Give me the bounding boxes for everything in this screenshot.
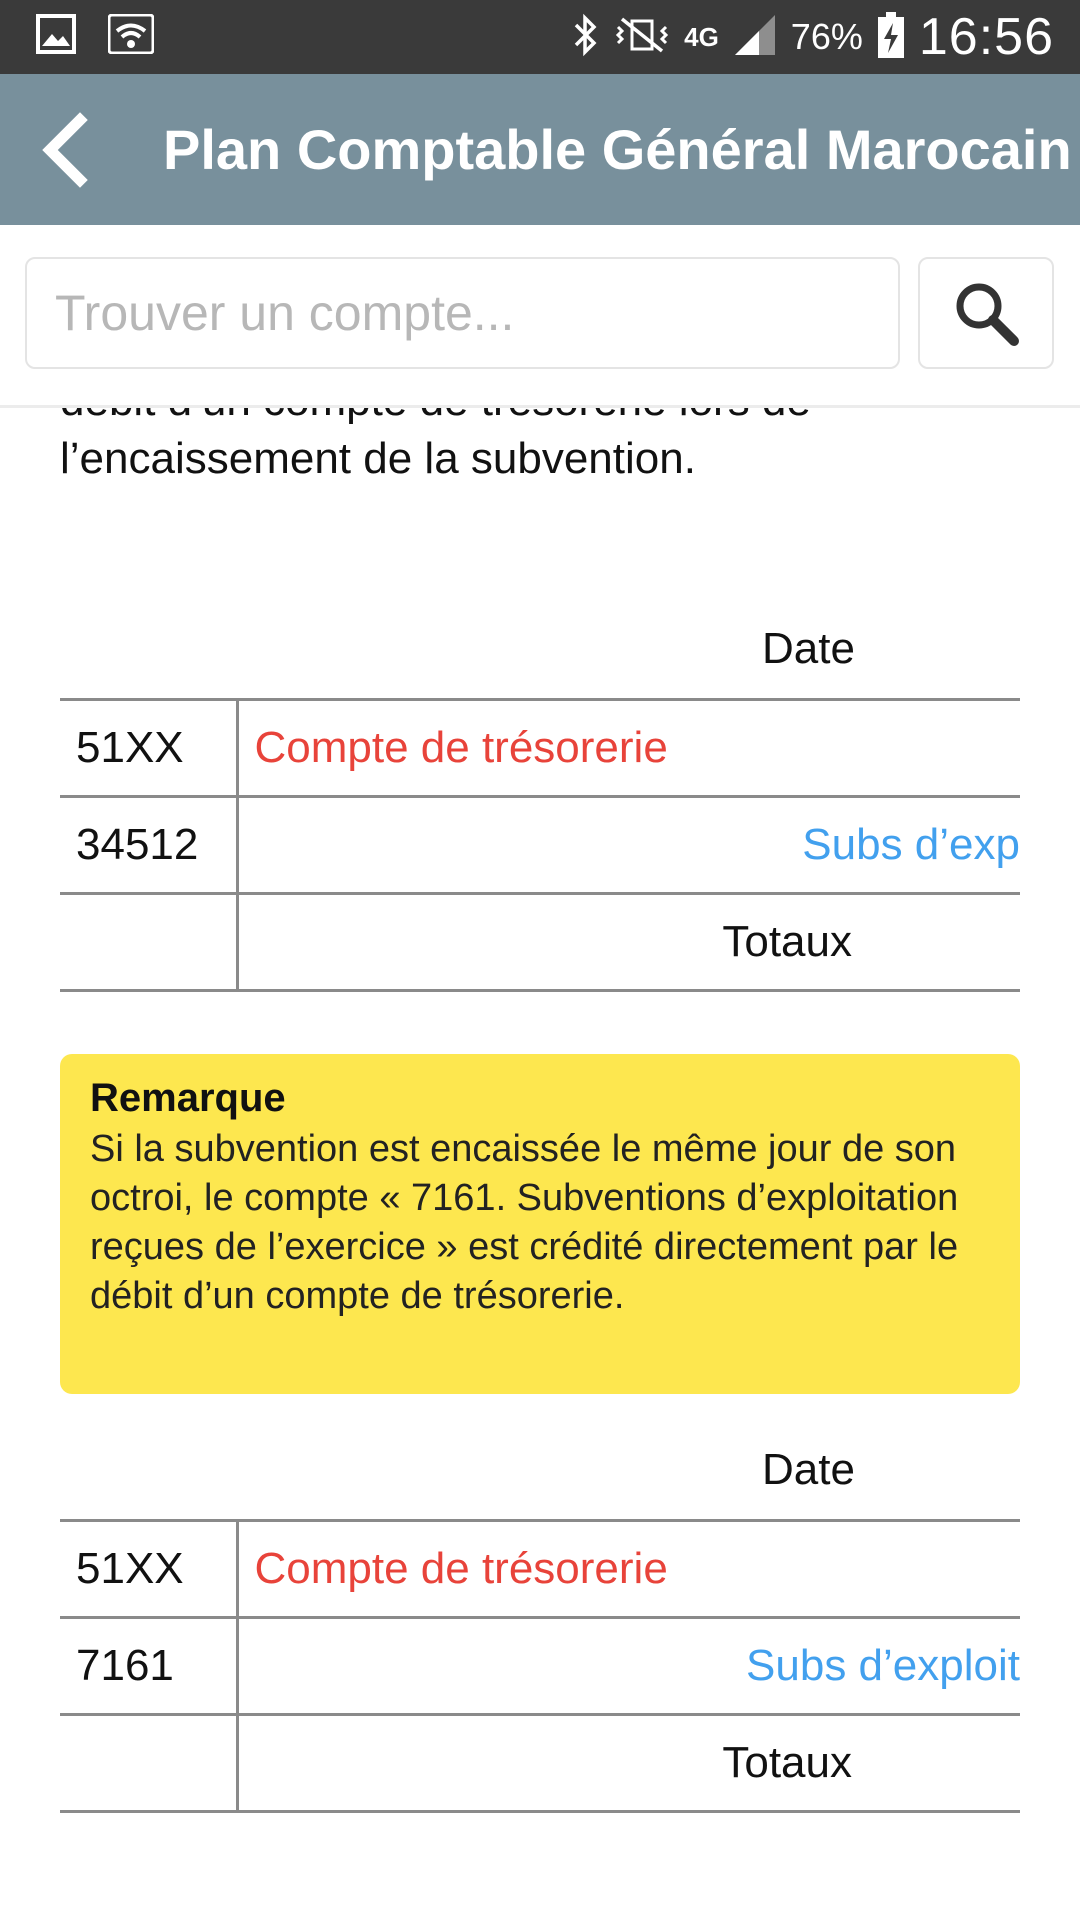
account-number: 51XX (60, 1519, 239, 1619)
intro-paragraph: débit d’un compte de trésorerie lors de … (60, 408, 811, 483)
totals-label: Totaux (722, 1738, 852, 1787)
table-row: 51XX Compte de trésorerie (60, 698, 1020, 798)
search-icon (956, 283, 1019, 346)
table-row: 51XX Compte de trésorerie (60, 1519, 1020, 1619)
battery-charging-icon (877, 11, 905, 64)
table-row: 7161 Subs d’exploit (60, 1616, 1020, 1716)
totals-label: Totaux (722, 917, 852, 966)
account-number: 7161 (60, 1616, 239, 1716)
status-bar: 4G 76% 16:56 (0, 0, 1080, 74)
credit-label: Subs d’exploit (746, 1641, 1020, 1690)
vibrate-icon (614, 15, 670, 60)
account-number: 34512 (60, 795, 239, 895)
entry-date-label: Date (762, 1445, 855, 1494)
remark-body: Si la subvention est encaissée le même j… (90, 1128, 959, 1317)
gallery-icon (36, 14, 76, 59)
debit-label: Compte de trésorerie (254, 1544, 668, 1593)
status-bar-right: 4G 76% 16:56 (570, 0, 1054, 74)
chevron-left-icon (42, 112, 88, 188)
app-bar: Plan Comptable Général Marocain (0, 74, 1080, 225)
credit-label: Subs d’exp (802, 820, 1020, 869)
clock: 16:56 (918, 8, 1054, 66)
back-button[interactable] (36, 112, 106, 188)
bluetooth-icon (570, 13, 600, 62)
wifi-icon (107, 13, 155, 59)
account-number (60, 1713, 239, 1813)
status-bar-left (36, 13, 155, 59)
battery-percent: 76% (790, 16, 863, 57)
journal-entry-table: 51XX Compte de trésorerie 34512 Subs d’e… (60, 698, 1020, 992)
search-input[interactable] (25, 257, 900, 369)
content-area[interactable]: débit d’un compte de trésorerie lors de … (0, 408, 1080, 1920)
account-number (60, 892, 239, 992)
signal-icon (733, 13, 777, 62)
journal-entry-table: 51XX Compte de trésorerie 7161 Subs d’ex… (60, 1519, 1020, 1813)
network-type: 4G (684, 22, 719, 52)
remark-box: Remarque Si la subvention est encaissée … (60, 1054, 1020, 1394)
page-title: Plan Comptable Général Marocain (163, 118, 1072, 181)
search-bar (0, 225, 1080, 408)
debit-label: Compte de trésorerie (254, 723, 668, 772)
table-row: 34512 Subs d’exp (60, 795, 1020, 895)
remark-title: Remarque (90, 1076, 286, 1120)
entry-date-label: Date (762, 624, 855, 673)
search-button[interactable] (918, 257, 1054, 369)
table-row: Totaux (60, 892, 1020, 992)
table-row: Totaux (60, 1713, 1020, 1813)
account-number: 51XX (60, 698, 239, 798)
